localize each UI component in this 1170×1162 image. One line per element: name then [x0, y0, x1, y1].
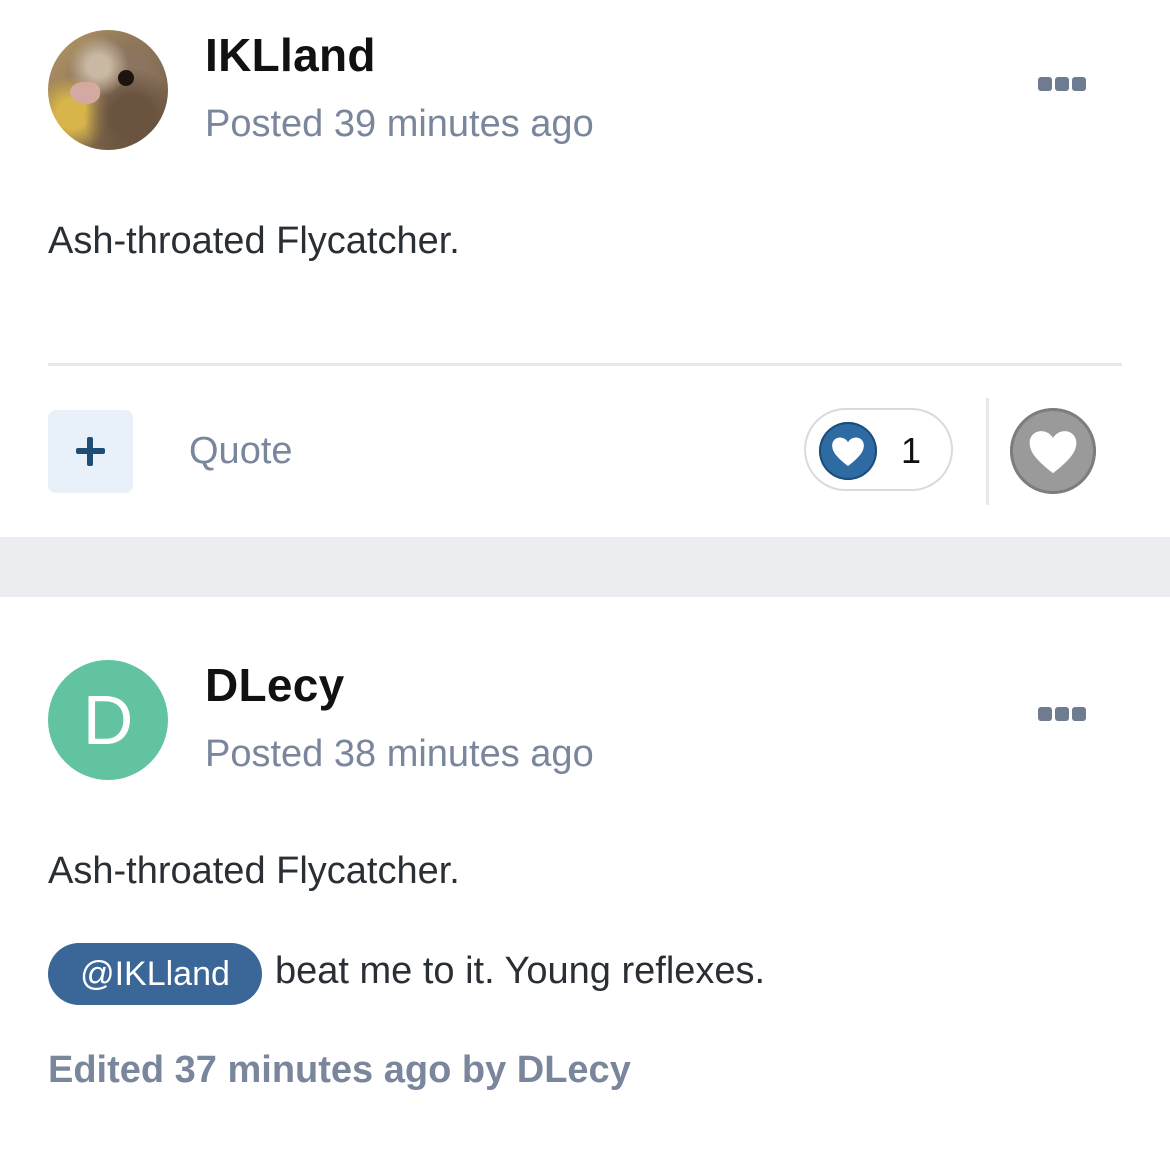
divider	[986, 398, 989, 505]
quote-button[interactable]: Quote	[189, 430, 293, 473]
post-body: Ash-throated Flycatcher.	[48, 220, 460, 262]
avatar-bird-eye	[118, 70, 134, 86]
author-name[interactable]: IKLland	[205, 28, 376, 82]
post-timestamp[interactable]: Posted 39 minutes ago	[205, 103, 594, 146]
avatar-bird-beak	[70, 82, 100, 104]
post-body-continuation: beat me to it. Young reflexes.	[275, 950, 766, 992]
like-button[interactable]	[1010, 408, 1096, 494]
post-separator	[0, 537, 1170, 597]
edited-notice: Edited 37 minutes ago by DLecy	[48, 1049, 631, 1091]
post-card: IKLland Posted 39 minutes ago Ash-throat…	[0, 0, 1170, 537]
avatar[interactable]	[48, 30, 168, 150]
post-timestamp[interactable]: Posted 38 minutes ago	[205, 733, 594, 776]
avatar[interactable]: D	[48, 660, 168, 780]
post-body: Ash-throated Flycatcher.	[48, 850, 460, 892]
reaction-count: 1	[901, 430, 922, 471]
ellipsis-icon[interactable]	[1038, 707, 1086, 721]
user-mention-link[interactable]: @IKLland	[48, 943, 262, 1005]
heart-outline-icon	[1029, 431, 1077, 474]
divider	[48, 363, 1122, 366]
heart-icon	[819, 422, 877, 480]
author-name[interactable]: DLecy	[205, 658, 345, 712]
add-button[interactable]	[48, 410, 133, 493]
reaction-summary-button[interactable]: 1	[804, 408, 953, 491]
ellipsis-icon[interactable]	[1038, 77, 1086, 91]
